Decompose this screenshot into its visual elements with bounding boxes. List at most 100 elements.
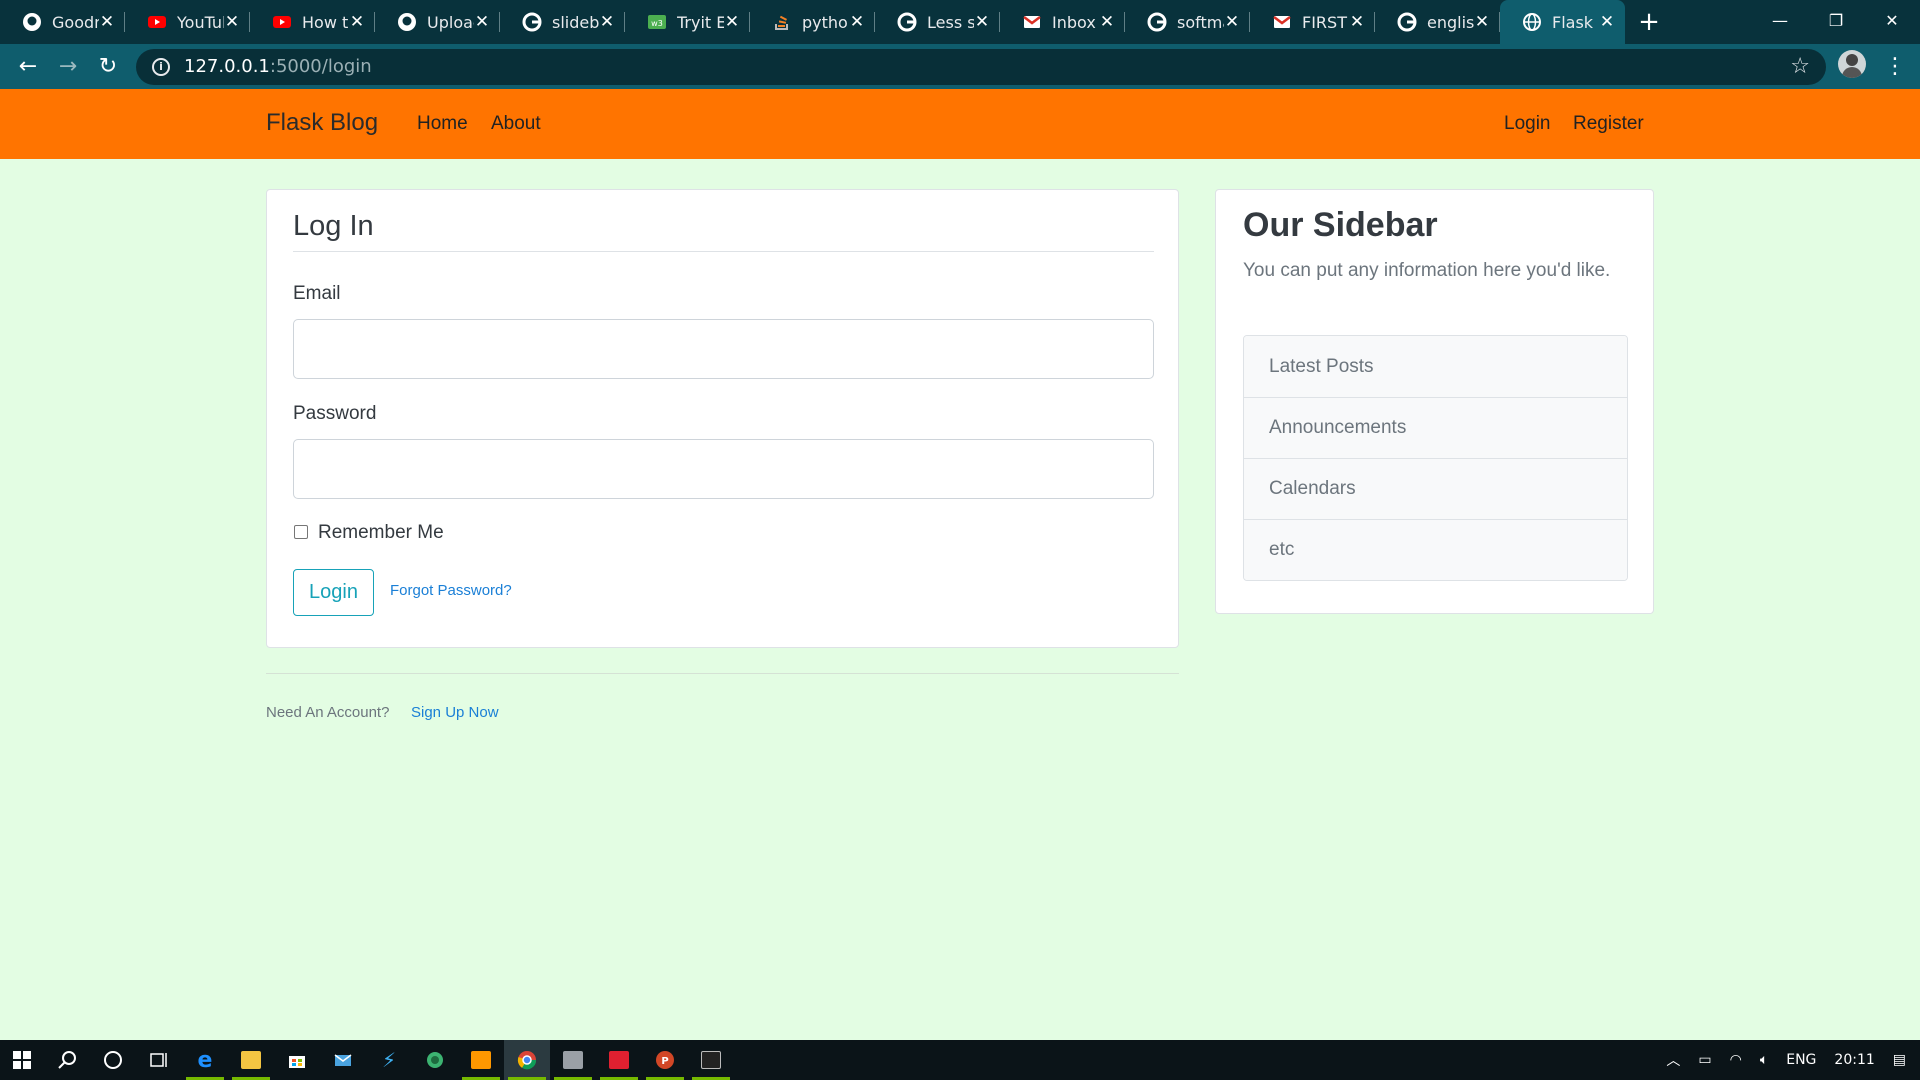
remember-me-checkbox[interactable] bbox=[294, 525, 308, 539]
browser-tab[interactable]: Inbox ( ✕ bbox=[1000, 0, 1125, 44]
windows-taskbar: e ⚡ P ︿ ▭ ◠ 🔈︎ ENG 20:11 ▤ bbox=[0, 1040, 1920, 1080]
language-indicator[interactable]: ENG bbox=[1786, 1052, 1816, 1068]
browser-tab[interactable]: softma ✕ bbox=[1125, 0, 1250, 44]
profile-avatar[interactable] bbox=[1838, 50, 1866, 78]
remember-me-label[interactable]: Remember Me bbox=[318, 522, 444, 544]
close-tab-icon[interactable]: ✕ bbox=[1099, 12, 1115, 32]
sidebar-card: Our Sidebar You can put any information … bbox=[1215, 189, 1654, 614]
gmail-icon bbox=[1022, 12, 1042, 32]
svg-text:w3: w3 bbox=[651, 19, 663, 28]
tab-title: How to bbox=[302, 12, 349, 32]
nav-link-login[interactable]: Login bbox=[1504, 113, 1551, 135]
sign-up-link[interactable]: Sign Up Now bbox=[411, 704, 499, 721]
browser-tab-active[interactable]: Flask B ✕ bbox=[1500, 0, 1625, 44]
tab-title: Inbox ( bbox=[1052, 12, 1099, 32]
powerpoint-icon[interactable]: P bbox=[642, 1040, 688, 1080]
close-tab-icon[interactable]: ✕ bbox=[724, 12, 740, 32]
close-tab-icon[interactable]: ✕ bbox=[1599, 12, 1615, 32]
chevron-up-icon[interactable]: ︿ bbox=[1666, 1050, 1680, 1070]
forward-icon[interactable]: → bbox=[48, 47, 88, 87]
lightning-app-icon[interactable]: ⚡ bbox=[366, 1040, 412, 1080]
close-tab-icon[interactable]: ✕ bbox=[849, 12, 865, 32]
site-brand[interactable]: Flask Blog bbox=[266, 109, 378, 137]
email-field[interactable] bbox=[293, 319, 1154, 379]
globe-app-icon[interactable] bbox=[412, 1040, 458, 1080]
reload-icon[interactable]: ↻ bbox=[88, 47, 128, 87]
browser-tab[interactable]: How to ✕ bbox=[250, 0, 375, 44]
close-tab-icon[interactable]: ✕ bbox=[349, 12, 365, 32]
github-icon bbox=[397, 12, 417, 32]
wifi-icon[interactable]: ◠ bbox=[1730, 1052, 1742, 1068]
login-form-card: Log In Email Password Remember Me Login … bbox=[266, 189, 1179, 648]
windows-start-icon[interactable] bbox=[0, 1040, 44, 1080]
close-tab-icon[interactable]: ✕ bbox=[1474, 12, 1490, 32]
minimize-icon[interactable]: — bbox=[1752, 0, 1808, 40]
close-tab-icon[interactable]: ✕ bbox=[474, 12, 490, 32]
edge-icon[interactable]: e bbox=[182, 1040, 228, 1080]
youtube-icon bbox=[147, 12, 167, 32]
store-icon[interactable] bbox=[274, 1040, 320, 1080]
close-tab-icon[interactable]: ✕ bbox=[599, 12, 615, 32]
close-tab-icon[interactable]: ✕ bbox=[1349, 12, 1365, 32]
nav-link-home[interactable]: Home bbox=[417, 113, 468, 135]
search-icon[interactable] bbox=[44, 1040, 90, 1080]
close-tab-icon[interactable]: ✕ bbox=[99, 12, 115, 32]
tab-title: slideba bbox=[552, 12, 599, 32]
tab-title: Tryit Ec bbox=[677, 12, 724, 32]
tab-title: Goodn bbox=[52, 12, 99, 32]
new-tab-button[interactable]: + bbox=[1629, 0, 1669, 44]
sidebar-item-etc[interactable]: etc bbox=[1244, 519, 1627, 580]
need-account-text: Need An Account? bbox=[266, 704, 390, 721]
sublime-text-icon[interactable] bbox=[458, 1040, 504, 1080]
file-explorer-icon[interactable] bbox=[228, 1040, 274, 1080]
task-view-icon[interactable] bbox=[136, 1040, 182, 1080]
password-field[interactable] bbox=[293, 439, 1154, 499]
tab-title: softma bbox=[1177, 12, 1224, 32]
site-info-icon[interactable]: i bbox=[152, 57, 170, 76]
address-bar[interactable]: i 127.0.0.1:5000/login ☆ bbox=[136, 48, 1826, 85]
forgot-password-link[interactable]: Forgot Password? bbox=[390, 582, 512, 599]
clock[interactable]: 20:11 bbox=[1834, 1052, 1874, 1068]
close-tab-icon[interactable]: ✕ bbox=[1224, 12, 1240, 32]
nav-link-about[interactable]: About bbox=[491, 113, 541, 135]
url-path: :5000/login bbox=[269, 56, 372, 77]
sidebar-item-announcements[interactable]: Announcements bbox=[1244, 397, 1627, 458]
form-legend: Log In bbox=[293, 210, 1154, 252]
tab-title: english bbox=[1427, 12, 1474, 32]
close-window-icon[interactable]: ✕ bbox=[1864, 0, 1920, 40]
back-icon[interactable]: ← bbox=[8, 47, 48, 87]
password-label: Password bbox=[293, 403, 377, 424]
browser-tab[interactable]: Goodn ✕ bbox=[0, 0, 125, 44]
close-tab-icon[interactable]: ✕ bbox=[974, 12, 990, 32]
sidebar-item-latest-posts[interactable]: Latest Posts bbox=[1244, 336, 1627, 397]
browser-tab[interactable]: slideba ✕ bbox=[500, 0, 625, 44]
browser-tab[interactable]: YouTub ✕ bbox=[125, 0, 250, 44]
browser-tab-strip: Goodn ✕ YouTub ✕ How to ✕ Upload ✕ slide… bbox=[0, 0, 1920, 44]
app-installer-icon[interactable] bbox=[550, 1040, 596, 1080]
browser-tab[interactable]: Less se ✕ bbox=[875, 0, 1000, 44]
browser-tab[interactable]: w3 Tryit Ec ✕ bbox=[625, 0, 750, 44]
google-icon bbox=[1397, 12, 1417, 32]
typora-icon[interactable] bbox=[596, 1040, 642, 1080]
bookmark-star-icon[interactable]: ☆ bbox=[1790, 54, 1810, 79]
browser-tab[interactable]: Upload ✕ bbox=[375, 0, 500, 44]
browser-tab[interactable]: python ✕ bbox=[750, 0, 875, 44]
login-submit-button[interactable]: Login bbox=[293, 569, 374, 616]
close-tab-icon[interactable]: ✕ bbox=[224, 12, 240, 32]
browser-tab[interactable]: FIRST I ✕ bbox=[1250, 0, 1375, 44]
terminal-icon[interactable] bbox=[688, 1040, 734, 1080]
window-controls: — ❐ ✕ bbox=[1752, 0, 1920, 40]
sidebar-item-calendars[interactable]: Calendars bbox=[1244, 458, 1627, 519]
restore-icon[interactable]: ❐ bbox=[1808, 0, 1864, 40]
battery-icon[interactable]: ▭ bbox=[1698, 1052, 1711, 1068]
browser-tab[interactable]: english ✕ bbox=[1375, 0, 1500, 44]
cortana-icon[interactable] bbox=[90, 1040, 136, 1080]
volume-icon[interactable]: 🔈︎ bbox=[1760, 1052, 1768, 1068]
chrome-icon[interactable] bbox=[504, 1040, 550, 1080]
notification-icon[interactable]: ▤ bbox=[1893, 1052, 1906, 1068]
nav-link-register[interactable]: Register bbox=[1573, 113, 1644, 135]
mail-icon[interactable] bbox=[320, 1040, 366, 1080]
sidebar-title: Our Sidebar bbox=[1243, 206, 1438, 244]
browser-menu-icon[interactable]: ⋮ bbox=[1880, 44, 1910, 89]
browser-toolbar: ← → ↻ i 127.0.0.1:5000/login ☆ ⋮ bbox=[0, 44, 1920, 89]
